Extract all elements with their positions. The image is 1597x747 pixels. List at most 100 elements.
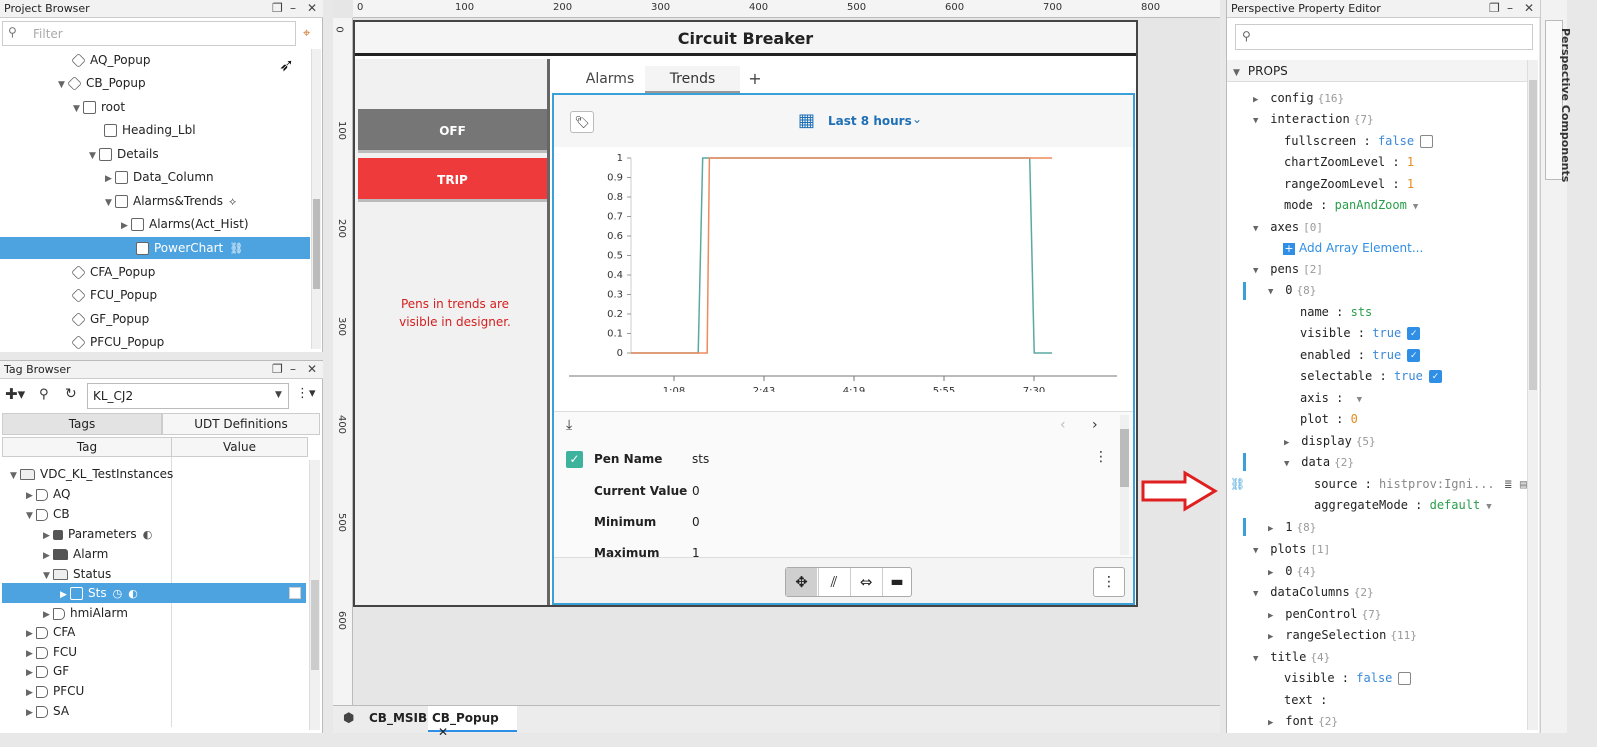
prop-selectable[interactable]: selectable : true ✓ — [1300, 366, 1442, 387]
chevron-right-icon[interactable]: ▶ — [1268, 519, 1278, 540]
more-options-button[interactable]: ⋮ — [1093, 567, 1125, 597]
prop-chartzoomlevel[interactable]: chartZoomLevel : 1 — [1284, 152, 1414, 173]
tree-item-powerchart[interactable]: PowerChart ⛓ — [0, 237, 310, 259]
prop-config[interactable]: ▶ config {16} — [1253, 88, 1344, 109]
property-scrollbar[interactable] — [1527, 60, 1538, 730]
tag-item-pfcu[interactable]: ▶ PFCU — [2, 681, 84, 701]
prop-datacolumns[interactable]: ▼ dataColumns {2} — [1253, 582, 1374, 603]
prop-rangeselection[interactable]: ▶ rangeSelection {11} — [1268, 625, 1417, 646]
locate-icon[interactable]: ⌖ — [303, 26, 310, 41]
chevron-right-icon[interactable]: ▶ — [60, 585, 70, 605]
tree-item-root[interactable]: ▼ root — [0, 96, 310, 118]
side-tab-perspective-components[interactable]: Perspective Components — [1540, 0, 1572, 733]
chevron-down-icon[interactable]: ▼ — [1253, 261, 1263, 282]
chevron-right-icon[interactable]: ▶ — [1268, 606, 1278, 627]
off-button[interactable]: OFF — [358, 109, 547, 153]
property-search-field[interactable]: ⚲ — [1235, 24, 1533, 50]
prop-mode[interactable]: mode : panAndZoom ▼ — [1284, 195, 1418, 216]
tag-item-aq[interactable]: ▶ AQ — [2, 484, 70, 504]
scroll-thumb[interactable] — [1529, 80, 1537, 390]
trend-plot[interactable]: 1 0.9 0.8 0.7 0.6 0.5 0.4 0.3 0.2 0.1 0 1:08 2:43 4:1… — [569, 148, 1119, 392]
tag-item-gf[interactable]: ▶ GF — [2, 661, 69, 681]
prop-data[interactable]: ▼ data {2} — [1284, 452, 1354, 473]
prop-display[interactable]: ▶ display {5} — [1284, 431, 1376, 452]
prop-axis[interactable]: axis : ▼ — [1300, 388, 1362, 409]
chevron-down-icon[interactable]: ▼ — [1284, 454, 1294, 475]
tree-item-pfcu-popup[interactable]: PFCU_Popup — [0, 331, 310, 353]
chevron-down-icon[interactable]: ▼ — [26, 506, 36, 526]
column-header-tag[interactable]: Tag — [2, 437, 172, 457]
prop-fullscreen[interactable]: fullscreen : false — [1284, 131, 1434, 152]
tree-item-cb-popup[interactable]: ▼ CB_Popup — [0, 72, 310, 94]
chevron-right-icon[interactable]: ▶ — [1268, 627, 1278, 648]
tag-item-cb[interactable]: ▼ CB — [2, 504, 70, 524]
prop-aggregatemode[interactable]: aggregateMode : default ▼ — [1314, 495, 1492, 516]
value-checkbox[interactable] — [289, 587, 301, 599]
tree-item-gf-popup[interactable]: GF_Popup — [0, 308, 310, 330]
prop-plot[interactable]: plot : 0 — [1300, 409, 1358, 430]
chevron-right-icon[interactable]: ▶ — [105, 168, 115, 190]
chevron-down-icon[interactable]: ▼ — [1268, 282, 1278, 303]
tab-trends[interactable]: Trends — [645, 66, 740, 94]
doc-tab-cb-popup[interactable]: CB_Popup ✕ — [428, 706, 517, 739]
fullscreen-checkbox[interactable] — [1420, 135, 1434, 148]
chevron-right-icon[interactable]: ▶ — [1284, 433, 1294, 454]
tag-item-hmialarm[interactable]: ▶ hmiAlarm — [2, 603, 128, 623]
tree-item-aq-popup[interactable]: AQ_Popup — [0, 49, 310, 71]
search-icon[interactable]: ⚲ — [39, 387, 49, 402]
close-icon[interactable]: ✕ — [1524, 1, 1534, 15]
props-section-header[interactable]: ▼ PROPS — [1227, 60, 1527, 82]
edit-binding-icon[interactable]: ≣ — [1505, 477, 1512, 491]
prop-pencontrol[interactable]: ▶ penControl {7} — [1268, 604, 1381, 625]
prev-arrow-icon[interactable]: ‹ — [1060, 417, 1066, 433]
title-visible-checkbox[interactable] — [1398, 672, 1412, 685]
kebab-menu-icon[interactable]: ⋮ — [1094, 449, 1108, 465]
x-trace-button[interactable]: ⫽ — [818, 568, 849, 596]
project-scrollbar[interactable] — [311, 49, 321, 349]
chevron-right-icon[interactable]: ▶ — [26, 486, 36, 506]
tag-item-vdc-kl-testinstances[interactable]: ▼ VDC_KL_TestInstances — [2, 464, 173, 484]
tree-item-details[interactable]: ▼ Details — [0, 143, 310, 165]
refresh-icon[interactable]: ↻ — [65, 386, 77, 402]
column-header-value[interactable]: Value — [171, 437, 308, 457]
chevron-down-icon[interactable]: ▼ — [105, 192, 115, 214]
prop-plots-0[interactable]: ▶ 0 {4} — [1268, 561, 1316, 582]
tab-add[interactable]: + — [743, 66, 767, 94]
tab-alarms[interactable]: Alarms — [575, 66, 645, 94]
annotation-button[interactable]: ▬ — [882, 568, 911, 596]
visible-checkbox[interactable]: ✓ — [1407, 327, 1421, 340]
enabled-checkbox[interactable]: ✓ — [1407, 349, 1421, 362]
close-icon[interactable]: ✕ — [307, 1, 317, 15]
close-icon[interactable]: ✕ — [307, 362, 317, 376]
pen-checkbox[interactable]: ✓ — [566, 451, 583, 468]
prop-name[interactable]: name : sts — [1300, 302, 1372, 323]
prop-interaction[interactable]: ▼ interaction {7} — [1253, 109, 1374, 130]
chevron-right-icon[interactable]: ▶ — [1268, 563, 1278, 584]
close-tab-icon[interactable]: ✕ — [438, 725, 448, 739]
trip-button[interactable]: TRIP — [358, 158, 547, 202]
prop-pens[interactable]: ▼ pens [2] — [1253, 259, 1323, 280]
chevron-down-icon[interactable]: ▼ — [1253, 111, 1263, 132]
scroll-thumb[interactable] — [311, 580, 319, 670]
pan-button[interactable]: ✥ — [786, 568, 817, 596]
tag-item-alarm[interactable]: ▶ Alarm — [2, 544, 108, 564]
prop-visible[interactable]: visible : true ✓ — [1300, 323, 1421, 344]
tree-item-data-column[interactable]: ▶ Data_Column — [0, 166, 310, 188]
more-menu-icon[interactable]: ⋮▾ — [296, 386, 316, 401]
tag-item-parameters[interactable]: ▶ Parameters ◐ — [2, 524, 152, 544]
tag-item-status[interactable]: ▼ Status — [2, 564, 111, 584]
prop-axes[interactable]: ▼ axes [0] — [1253, 217, 1323, 238]
tag-item-fcu[interactable]: ▶ FCU — [2, 642, 77, 662]
prop-plots[interactable]: ▼ plots [1] — [1253, 539, 1330, 560]
prop-pens-0[interactable]: ▼ 0 {8} — [1268, 280, 1316, 301]
minimize-icon[interactable]: – — [290, 362, 296, 376]
prop-rangezoomlevel[interactable]: rangeZoomLevel : 1 — [1284, 174, 1414, 195]
chevron-down-icon[interactable]: ▼ — [1253, 649, 1263, 670]
provider-select[interactable]: KL_CJ2 ▼ — [87, 383, 289, 409]
chevron-right-icon[interactable]: ▶ — [26, 683, 36, 703]
add-tag-icon[interactable]: ✚▾ — [5, 385, 25, 403]
selectable-checkbox[interactable]: ✓ — [1428, 370, 1442, 383]
float-icon[interactable]: ❐ — [1489, 1, 1500, 15]
chevron-down-icon[interactable]: ⌄ — [912, 112, 922, 126]
add-array-element-button[interactable]: + Add Array Element... — [1283, 238, 1423, 259]
